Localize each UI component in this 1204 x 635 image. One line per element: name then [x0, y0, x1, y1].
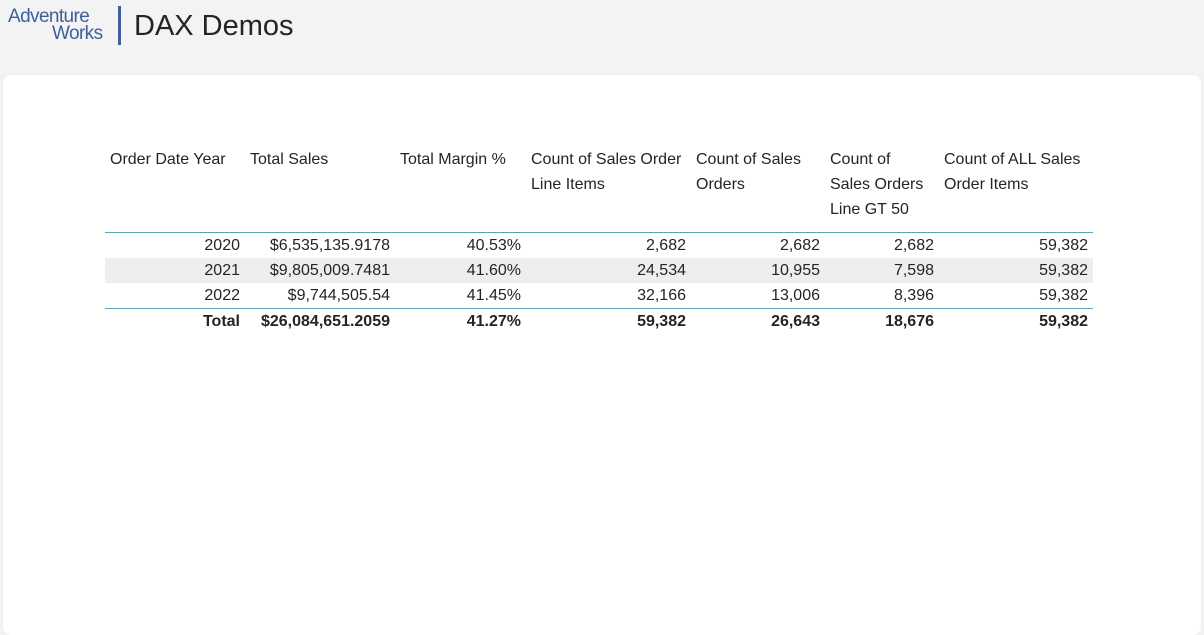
- cell-count-order-line-items: 2,682: [645, 237, 686, 254]
- table-visual[interactable]: Order Date Year Total Sales Total Margin…: [101, 143, 1093, 415]
- cell-count-sales-orders: 2,682: [779, 237, 820, 254]
- total-count-sales-orders: 26,643: [691, 308, 825, 335]
- cell-count-orders-line-gt-50: 2,682: [893, 237, 934, 254]
- cell-total-sales: $9,744,505.54: [287, 287, 390, 304]
- cell-count-orders-line-gt-50: 8,396: [893, 287, 934, 304]
- cell-count-all-order-items: 59,382: [1039, 237, 1088, 254]
- cell-count-order-line-items: 24,534: [526, 258, 691, 283]
- report-canvas: Order Date Year Total Sales Total Margin…: [3, 75, 1201, 635]
- sales-table: Order Date Year Total Sales Total Margin…: [105, 143, 1093, 335]
- total-margin-value: 41.27%: [395, 308, 526, 335]
- report-header: Adventure Works DAX Demos: [0, 0, 1204, 74]
- logo-divider: [118, 6, 121, 45]
- column-header-count-sales-orders[interactable]: Count of Sales Orders: [691, 143, 825, 233]
- cell-total-margin: 41.60%: [395, 258, 526, 283]
- cell-count-orders-line-gt-50: 7,598: [825, 258, 939, 283]
- total-count-all-order-items: 59,382: [939, 308, 1093, 335]
- table-row: 2021 $9,805,009.7481 41.60% 24,534 10,95…: [105, 258, 1093, 283]
- page-title: DAX Demos: [134, 10, 294, 42]
- cell-count-sales-orders: 13,006: [771, 287, 820, 304]
- total-count-order-line-items: 59,382: [526, 308, 691, 335]
- table-row: 2022 $9,744,505.54 41.45% 32,166 13,006 …: [105, 283, 1093, 309]
- cell-order-date-year: 2020: [204, 237, 240, 254]
- cell-count-sales-orders: 10,955: [691, 258, 825, 283]
- column-header-count-order-line-items[interactable]: Count of Sales Order Line Items: [526, 143, 691, 233]
- cell-order-date-year: 2021: [105, 258, 245, 283]
- column-header-total-margin[interactable]: Total Margin %: [395, 143, 526, 233]
- table-row: 2020 $6,535,135.9178 40.53% 2,682 2,682 …: [105, 233, 1093, 259]
- table-total-row: Total $26,084,651.2059 41.27% 59,382 26,…: [105, 308, 1093, 335]
- cell-count-all-order-items: 59,382: [1039, 287, 1088, 304]
- column-header-count-all-order-items[interactable]: Count of ALL Sales Order Items: [939, 143, 1093, 233]
- column-header-order-date-year[interactable]: Order Date Year: [105, 143, 245, 233]
- table-header-row: Order Date Year Total Sales Total Margin…: [105, 143, 1093, 233]
- column-header-count-orders-line-gt-50[interactable]: Count of Sales Orders Line GT 50: [825, 143, 939, 233]
- cell-total-sales: $9,805,009.7481: [245, 258, 395, 283]
- cell-total-margin: 41.45%: [466, 287, 521, 304]
- logo-text-works: Works: [52, 23, 103, 44]
- cell-count-order-line-items: 32,166: [637, 287, 686, 304]
- cell-order-date-year: 2022: [204, 287, 240, 304]
- cell-count-all-order-items: 59,382: [939, 258, 1093, 283]
- total-count-orders-line-gt-50: 18,676: [825, 308, 939, 335]
- cell-total-sales: $6,535,135.9178: [269, 237, 390, 254]
- total-sales-value: $26,084,651.2059: [245, 308, 395, 335]
- total-label: Total: [105, 308, 245, 335]
- adventure-works-logo: Adventure Works: [8, 6, 108, 46]
- cell-total-margin: 40.53%: [466, 237, 521, 254]
- column-header-total-sales[interactable]: Total Sales: [245, 143, 395, 233]
